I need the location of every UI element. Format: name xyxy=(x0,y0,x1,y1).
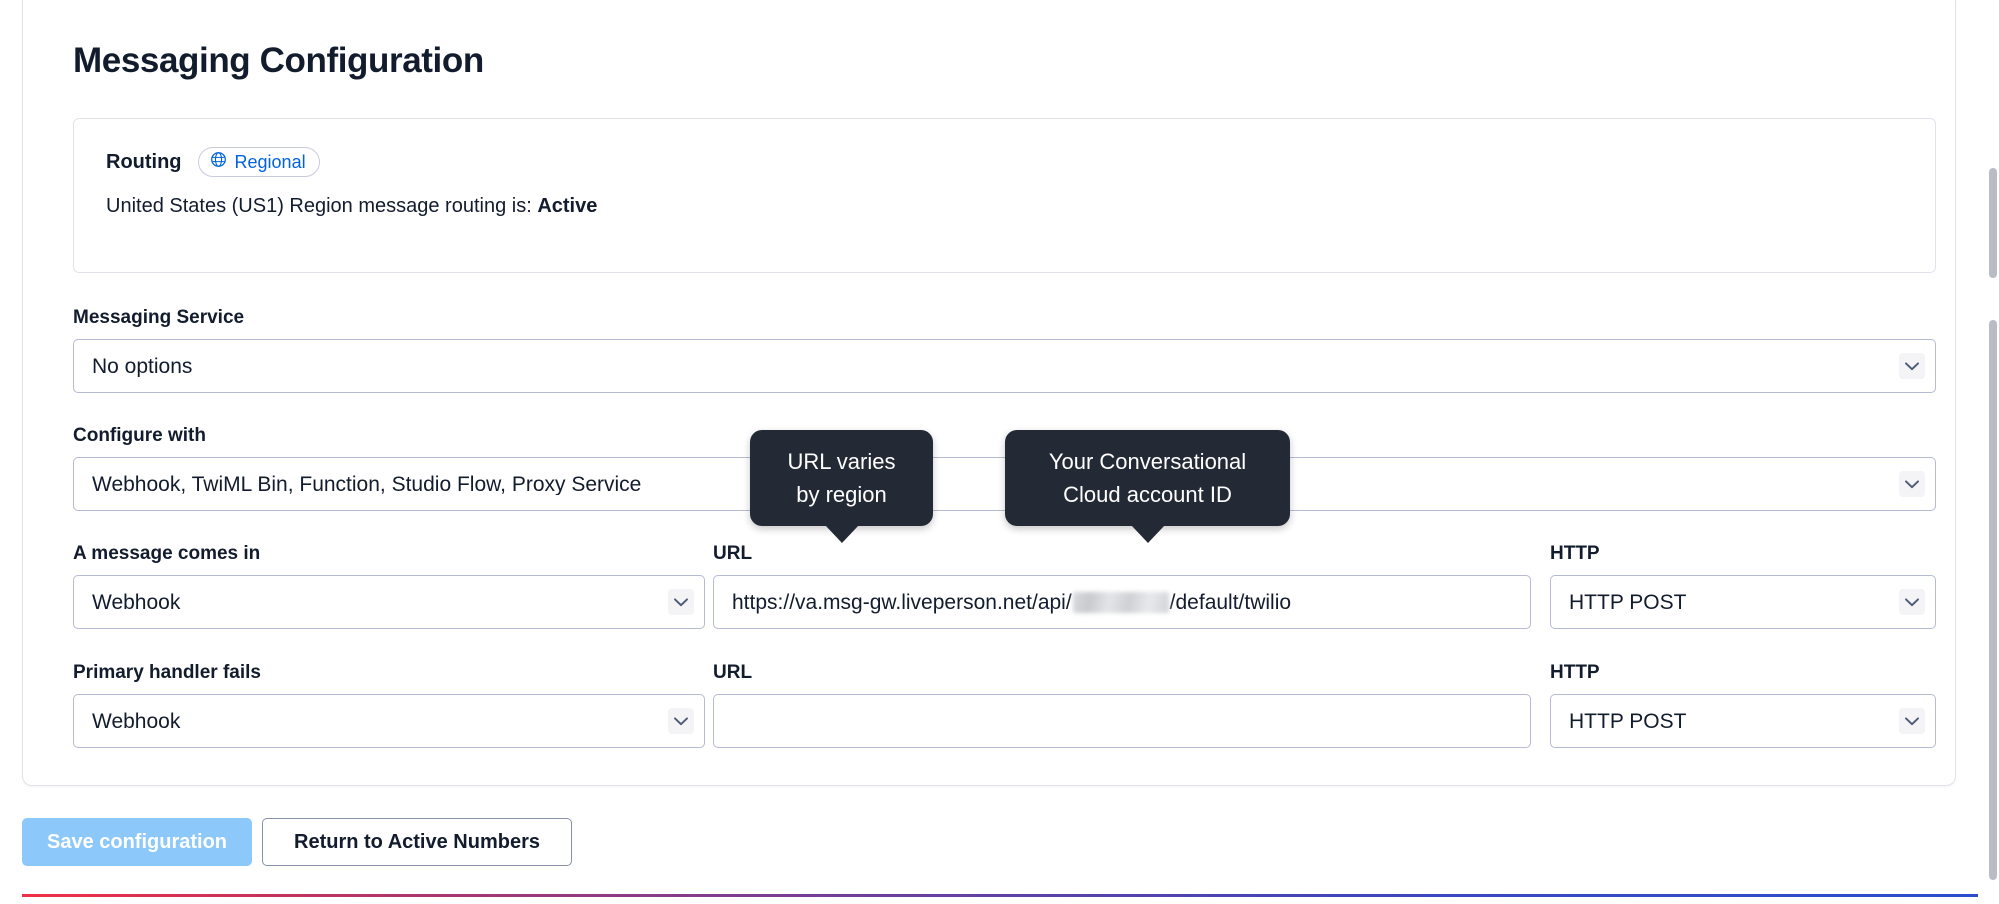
message-comes-in-http-label: HTTP xyxy=(1550,543,1600,564)
message-comes-in-url-value: https://va.msg-gw.liveperson.net/api/ /de… xyxy=(714,590,1292,614)
routing-panel: Routing Regional United States (US1) Reg… xyxy=(73,118,1936,273)
redacted-account-id xyxy=(1072,591,1169,613)
url-region-tooltip-line2: by region xyxy=(796,482,887,507)
url-prefix: https://va.msg-gw.liveperson.net/api/ xyxy=(732,590,1072,614)
message-comes-in-url-input[interactable]: https://va.msg-gw.liveperson.net/api/ /de… xyxy=(713,575,1531,629)
primary-handler-fails-url-input[interactable] xyxy=(713,694,1531,748)
save-configuration-button-label: Save configuration xyxy=(46,830,228,853)
messaging-configuration-screen: Messaging Configuration Routing Regional xyxy=(0,0,1999,904)
primary-handler-fails-value: Webhook xyxy=(92,710,181,732)
return-to-active-numbers-button-label: Return to Active Numbers xyxy=(294,830,540,853)
routing-region-badge-label: Regional xyxy=(234,152,306,172)
routing-status-text: United States (US1) Region message routi… xyxy=(106,195,597,218)
messaging-service-value: No options xyxy=(92,355,193,377)
chevron-down-icon[interactable] xyxy=(668,708,694,734)
chevron-down-icon[interactable] xyxy=(668,589,694,615)
routing-label: Routing xyxy=(106,150,182,173)
globe-icon xyxy=(210,151,227,173)
message-comes-in-label: A message comes in xyxy=(73,543,261,564)
primary-handler-fails-url-label: URL xyxy=(713,662,753,683)
account-id-tooltip: Your Conversational Cloud account ID xyxy=(1005,430,1290,543)
primary-handler-fails-http-select[interactable]: HTTP POST xyxy=(1550,694,1936,748)
chevron-down-icon[interactable] xyxy=(1899,353,1925,379)
configure-with-label: Configure with xyxy=(73,425,206,446)
primary-handler-fails-select[interactable]: Webhook xyxy=(73,694,705,748)
routing-status-prefix: United States (US1) Region message routi… xyxy=(106,195,538,217)
routing-status-value: Active xyxy=(537,195,598,217)
account-id-tooltip-line2: Cloud account ID xyxy=(1063,482,1232,507)
message-comes-in-url-label: URL xyxy=(713,543,753,564)
url-region-tooltip-line1: URL varies xyxy=(787,449,896,474)
chevron-down-icon[interactable] xyxy=(1899,708,1925,734)
bottom-accent-rule xyxy=(22,894,1978,897)
message-comes-in-value: Webhook xyxy=(92,591,181,613)
return-to-active-numbers-button[interactable]: Return to Active Numbers xyxy=(262,818,572,866)
chevron-down-icon[interactable] xyxy=(1899,589,1925,615)
scrollbar-thumb[interactable] xyxy=(1989,320,1997,880)
tooltip-pointer-icon xyxy=(1130,525,1165,543)
configure-with-value: Webhook, TwiML Bin, Function, Studio Flo… xyxy=(92,473,642,495)
message-comes-in-select[interactable]: Webhook xyxy=(73,575,705,629)
save-configuration-button[interactable]: Save configuration xyxy=(22,818,252,866)
url-region-tooltip: URL varies by region xyxy=(750,430,933,543)
account-id-tooltip-line1: Your Conversational xyxy=(1048,449,1247,474)
routing-region-badge[interactable]: Regional xyxy=(197,147,320,177)
page-title: Messaging Configuration xyxy=(73,41,484,80)
routing-header-row: Routing Regional xyxy=(106,147,320,177)
messaging-service-select[interactable]: No options xyxy=(73,339,1936,393)
messaging-service-label: Messaging Service xyxy=(73,307,245,328)
url-suffix: /default/twilio xyxy=(1169,590,1292,614)
message-comes-in-http-select[interactable]: HTTP POST xyxy=(1550,575,1936,629)
tooltip-pointer-icon xyxy=(824,525,859,543)
primary-handler-fails-label: Primary handler fails xyxy=(73,662,261,683)
primary-handler-fails-http-value: HTTP POST xyxy=(1569,710,1687,732)
chevron-down-icon[interactable] xyxy=(1899,471,1925,497)
configuration-card: Messaging Configuration Routing Regional xyxy=(22,0,1956,786)
page-scrollbar[interactable] xyxy=(1987,0,1999,904)
message-comes-in-http-value: HTTP POST xyxy=(1569,591,1687,613)
primary-handler-fails-http-label: HTTP xyxy=(1550,662,1600,683)
scrollbar-thumb-upper[interactable] xyxy=(1989,168,1997,278)
